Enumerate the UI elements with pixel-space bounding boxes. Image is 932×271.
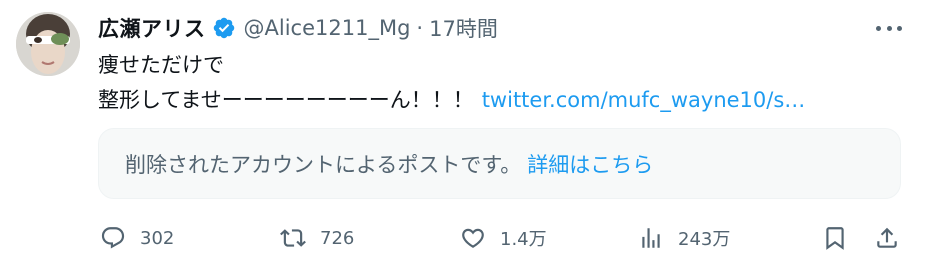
bookmark-icon (826, 227, 844, 250)
avatar-image (16, 12, 80, 76)
reply-icon (101, 227, 125, 249)
tweet-text-line2-wrap: 整形してませーーーーーーーーん！！！ twitter.com/mufc_wayne… (98, 83, 805, 118)
like-button[interactable]: 1.4万 (460, 218, 547, 258)
retweet-button[interactable]: 726 (280, 218, 354, 258)
separator-dot: · (416, 16, 424, 40)
tweet-text-line1: 痩せただけで (98, 53, 224, 77)
verified-badge-icon (213, 17, 234, 39)
views-icon (642, 228, 660, 248)
details-link[interactable]: 詳細はこちら (527, 149, 653, 179)
share-icon (877, 227, 897, 248)
retweet-icon (280, 229, 306, 247)
more-dot (897, 25, 902, 31)
views-button[interactable]: 243万 (638, 218, 730, 258)
like-count: 1.4万 (500, 229, 547, 250)
bookmark-button[interactable] (822, 218, 848, 258)
tweet-header: 広瀬アリス @Alice1211_Mg · 17時間 (98, 12, 498, 44)
more-dot (886, 25, 892, 31)
tweet-text: 痩せただけで 整形してませーーーーーーーーん！！！ twitter.com/muf… (98, 48, 805, 118)
more-dot (876, 25, 881, 31)
retweet-count: 726 (320, 227, 355, 249)
avatar[interactable] (16, 12, 80, 76)
action-bar: 302 726 1.4万 243万 (98, 218, 908, 258)
timestamp[interactable]: 17時間 (429, 13, 498, 43)
tweet[interactable]: 広瀬アリス @Alice1211_Mg · 17時間 痩せただけで 整形してませ… (0, 0, 932, 271)
more-options-icon[interactable] (876, 18, 902, 38)
reply-button[interactable]: 302 (100, 218, 174, 258)
tweet-link[interactable]: twitter.com/mufc_wayne10/s… (482, 88, 806, 112)
heart-icon (462, 228, 484, 248)
share-button[interactable] (874, 218, 900, 258)
user-handle[interactable]: @Alice1211_Mg (244, 16, 411, 40)
display-name[interactable]: 広瀬アリス (98, 13, 206, 43)
reply-count: 302 (140, 227, 175, 249)
views-count: 243万 (678, 229, 731, 250)
tweet-text-line2: 整形してませーーーーーーーーん！！！ (98, 88, 474, 112)
quoted-post-unavailable-card: 削除されたアカウントによるポストです。 詳細はこちら (98, 128, 901, 199)
unavailable-message: 削除されたアカウントによるポストです。 (125, 152, 522, 177)
